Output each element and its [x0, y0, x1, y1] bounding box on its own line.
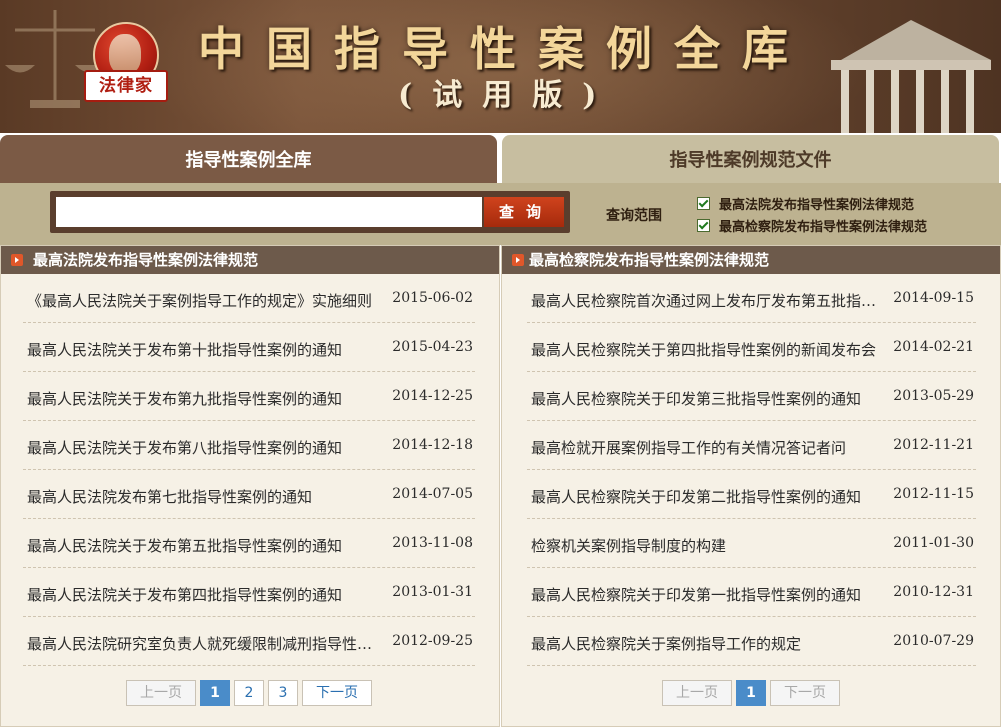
- list-item-title[interactable]: 最高人民检察院关于印发第三批指导性案例的通知: [531, 388, 891, 409]
- list-item: 最高人民法院关于发布第九批指导性案例的通知 2014-12-25: [23, 372, 475, 421]
- list-item-date: 2010-07-29: [893, 633, 974, 649]
- list-item-date: 2011-01-30: [893, 535, 974, 551]
- court-pager: 上一页 1 2 3 下一页: [126, 680, 376, 706]
- list-item-title[interactable]: 《最高人民法院关于案例指导工作的规定》实施细则: [27, 290, 387, 311]
- procuratorate-panel-title: 最高检察院发布指导性案例法律规范: [529, 251, 770, 269]
- procuratorate-option-label: 最高检察院发布指导性案例法律规范: [719, 220, 928, 235]
- logo-text: 法律家: [84, 70, 168, 102]
- list-item-title[interactable]: 最高人民检察院关于印发第一批指导性案例的通知: [531, 584, 891, 605]
- list-item: 最高人民检察院首次通过网上发布厅发布第五批指导性案例 2014-09-15: [527, 274, 976, 323]
- list-item-title[interactable]: 最高人民检察院关于印发第二批指导性案例的通知: [531, 486, 891, 507]
- list-item-date: 2015-04-23: [392, 339, 473, 355]
- search-range-label: 查询范围: [606, 208, 662, 224]
- scales-of-justice-icon: [5, 10, 105, 108]
- list-item-title[interactable]: 最高人民法院关于发布第四批指导性案例的通知: [27, 584, 387, 605]
- list-item-date: 2014-12-25: [392, 388, 473, 404]
- main-tabs: 指导性案例全库 指导性案例规范文件: [0, 133, 1001, 183]
- list-item-date: 2012-11-15: [893, 486, 974, 502]
- list-item: 最高人民法院关于发布第十批指导性案例的通知 2015-04-23: [23, 323, 475, 372]
- page-2-button[interactable]: 2: [234, 680, 264, 706]
- list-item-title[interactable]: 最高人民法院关于发布第五批指导性案例的通知: [27, 535, 387, 556]
- prev-page-button[interactable]: 上一页: [126, 680, 196, 706]
- procuratorate-panel: 最高检察院发布指导性案例法律规范 最高人民检察院首次通过网上发布厅发布第五批指导…: [501, 245, 1001, 727]
- list-item: 最高人民法院关于发布第四批指导性案例的通知 2013-01-31: [23, 568, 475, 617]
- range-option-court[interactable]: 最高法院发布指导性案例法律规范: [697, 194, 914, 213]
- list-item: 最高人民检察院关于第四批指导性案例的新闻发布会 2014-02-21: [527, 323, 976, 372]
- list-item: 最高人民检察院关于案例指导工作的规定 2010-07-29: [527, 617, 976, 666]
- arrow-bullet-icon: [11, 254, 23, 266]
- search-frame: 查询: [50, 191, 570, 233]
- list-item-date: 2014-02-21: [893, 339, 974, 355]
- procuratorate-pager: 上一页 1 下一页: [662, 680, 844, 706]
- search-button[interactable]: 查询: [484, 197, 564, 227]
- list-item-date: 2014-09-15: [893, 290, 974, 306]
- logo-portrait-icon: [109, 34, 141, 74]
- prev-page-button[interactable]: 上一页: [662, 680, 732, 706]
- court-panel-header: 最高法院发布指导性案例法律规范: [1, 246, 499, 274]
- court-option-label: 最高法院发布指导性案例法律规范: [719, 198, 915, 213]
- court-list: 《最高人民法院关于案例指导工作的规定》实施细则 2015-06-02 最高人民法…: [23, 274, 475, 666]
- procuratorate-checkbox[interactable]: [697, 219, 710, 232]
- list-item-title[interactable]: 最高人民法院发布第七批指导性案例的通知: [27, 486, 387, 507]
- list-item: 最高人民检察院关于印发第二批指导性案例的通知 2012-11-15: [527, 470, 976, 519]
- list-item-title[interactable]: 最高人民法院关于发布第十批指导性案例的通知: [27, 339, 387, 360]
- list-item-title[interactable]: 最高人民检察院首次通过网上发布厅发布第五批指导性案例: [531, 290, 891, 311]
- page-3-button[interactable]: 3: [268, 680, 298, 706]
- tab-normative-documents[interactable]: 指导性案例规范文件: [502, 135, 999, 183]
- page-1-button[interactable]: 1: [736, 680, 766, 706]
- list-item-title[interactable]: 最高人民法院关于发布第九批指导性案例的通知: [27, 388, 387, 409]
- list-item-date: 2012-09-25: [392, 633, 473, 649]
- list-item: 最高人民法院关于发布第五批指导性案例的通知 2013-11-08: [23, 519, 475, 568]
- list-item: 最高人民法院关于发布第八批指导性案例的通知 2014-12-18: [23, 421, 475, 470]
- list-item-date: 2013-11-08: [392, 535, 473, 551]
- list-item-title[interactable]: 最高人民法院关于发布第八批指导性案例的通知: [27, 437, 387, 458]
- list-item: 最高人民检察院关于印发第一批指导性案例的通知 2010-12-31: [527, 568, 976, 617]
- list-item-date: 2010-12-31: [893, 584, 974, 600]
- list-item-date: 2012-11-21: [893, 437, 974, 453]
- list-item: 最高检就开展案例指导工作的有关情况答记者问 2012-11-21: [527, 421, 976, 470]
- list-item-date: 2015-06-02: [392, 290, 473, 306]
- arrow-bullet-icon: [512, 254, 524, 266]
- tab-case-library[interactable]: 指导性案例全库: [0, 135, 497, 183]
- site-banner: 法律家 中国指导性案例全库 (试用版): [0, 0, 1001, 133]
- procuratorate-list: 最高人民检察院首次通过网上发布厅发布第五批指导性案例 2014-09-15 最高…: [527, 274, 976, 666]
- next-page-button[interactable]: 下一页: [302, 680, 372, 706]
- list-item-title[interactable]: 检察机关案例指导制度的构建: [531, 535, 891, 556]
- list-item-date: 2013-05-29: [893, 388, 974, 404]
- range-option-procuratorate[interactable]: 最高检察院发布指导性案例法律规范: [697, 216, 927, 235]
- search-area: 查询 查询范围 最高法院发布指导性案例法律规范 最高检察院发布指导性案例法律规范: [0, 183, 1001, 245]
- list-item: 最高人民检察院关于印发第三批指导性案例的通知 2013-05-29: [527, 372, 976, 421]
- list-item-date: 2014-12-18: [392, 437, 473, 453]
- site-subtitle: (试用版): [398, 78, 617, 113]
- page-1-button[interactable]: 1: [200, 680, 230, 706]
- list-item: 检察机关案例指导制度的构建 2011-01-30: [527, 519, 976, 568]
- list-item-title[interactable]: 最高检就开展案例指导工作的有关情况答记者问: [531, 437, 891, 458]
- court-panel: 最高法院发布指导性案例法律规范 《最高人民法院关于案例指导工作的规定》实施细则 …: [0, 245, 500, 727]
- next-page-button[interactable]: 下一页: [770, 680, 840, 706]
- list-item-title[interactable]: 最高人民法院研究室负责人就死缓限制减刑指导性案例答记者问: [27, 633, 387, 654]
- list-item: 《最高人民法院关于案例指导工作的规定》实施细则 2015-06-02: [23, 274, 475, 323]
- procuratorate-panel-header: 最高检察院发布指导性案例法律规范: [502, 246, 1000, 274]
- list-item-date: 2014-07-05: [392, 486, 473, 502]
- court-panel-title: 最高法院发布指导性案例法律规范: [33, 251, 259, 269]
- site-title: 中国指导性案例全库: [198, 22, 810, 76]
- list-item: 最高人民法院研究室负责人就死缓限制减刑指导性案例答记者问 2012-09-25: [23, 617, 475, 666]
- search-input[interactable]: [56, 197, 482, 227]
- court-checkbox[interactable]: [697, 197, 710, 210]
- list-item: 最高人民法院发布第七批指导性案例的通知 2014-07-05: [23, 470, 475, 519]
- list-item-date: 2013-01-31: [392, 584, 473, 600]
- list-item-title[interactable]: 最高人民检察院关于案例指导工作的规定: [531, 633, 891, 654]
- list-item-title[interactable]: 最高人民检察院关于第四批指导性案例的新闻发布会: [531, 339, 891, 360]
